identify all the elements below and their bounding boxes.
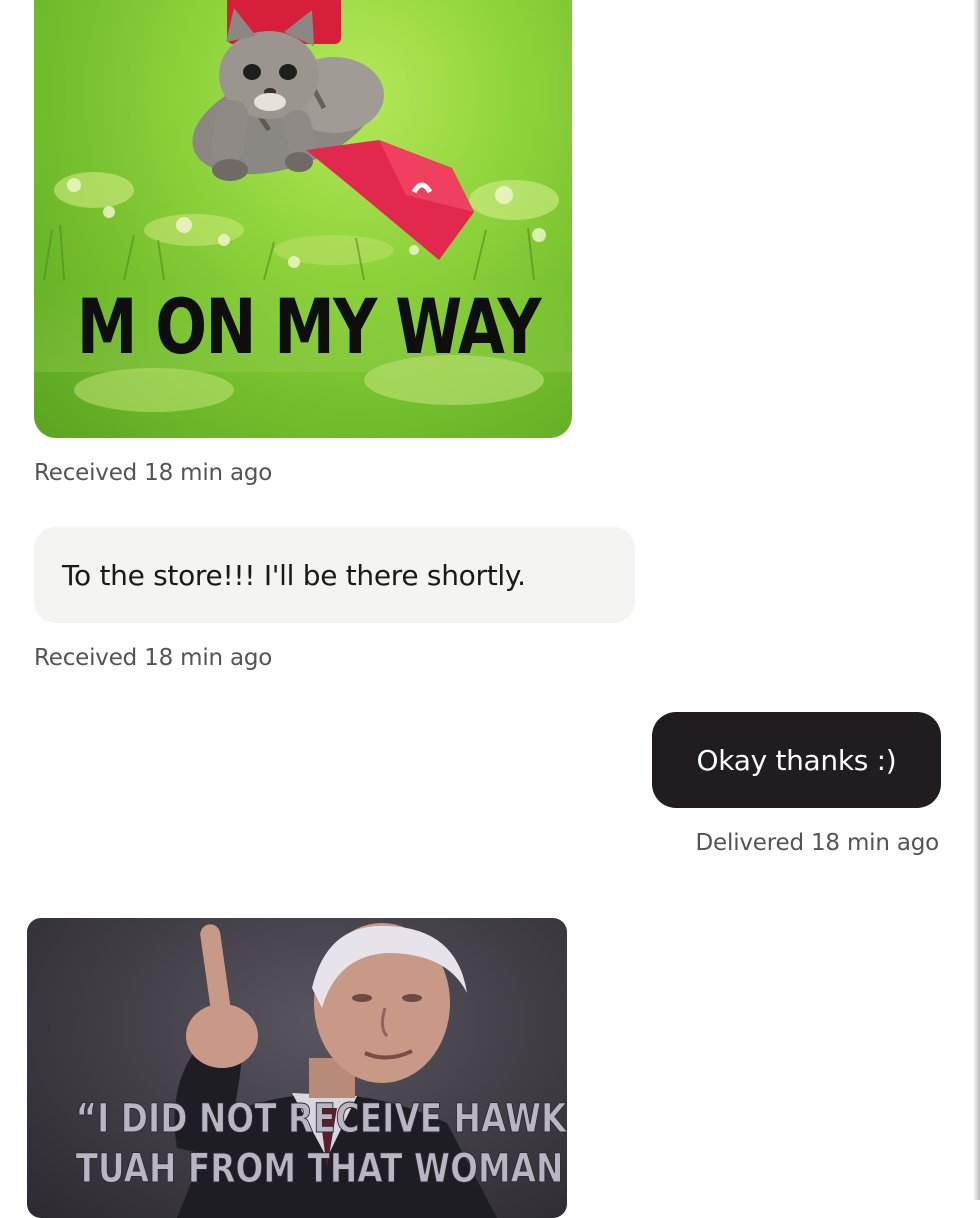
window-edge xyxy=(974,0,980,1200)
quote-meme-caption: “I DID NOT RECEIVE HAWK TUAH FROM THAT W… xyxy=(75,1094,567,1194)
quote-meme-image[interactable]: “I DID NOT RECEIVE HAWK TUAH FROM THAT W… xyxy=(27,918,567,1218)
message-status: Received 18 min ago xyxy=(34,645,273,671)
received-message-bubble[interactable]: To the store!!! I'll be there shortly. xyxy=(34,527,635,623)
cat-illustration xyxy=(43,0,559,412)
cat-meme-image[interactable]: M ON MY WAY xyxy=(34,0,572,438)
message-text: Okay thanks :) xyxy=(696,743,897,777)
cat-meme-caption: M ON MY WAY xyxy=(34,280,572,372)
message-status: Delivered 18 min ago xyxy=(695,830,940,856)
message-text: To the store!!! I'll be there shortly. xyxy=(62,558,526,592)
caption-line: TUAH FROM THAT WOMAN” xyxy=(75,1146,567,1193)
caption-line: “I DID NOT RECEIVE HAWK xyxy=(75,1096,567,1143)
sent-message-bubble[interactable]: Okay thanks :) xyxy=(652,712,941,808)
message-status: Received 18 min ago xyxy=(34,460,273,486)
